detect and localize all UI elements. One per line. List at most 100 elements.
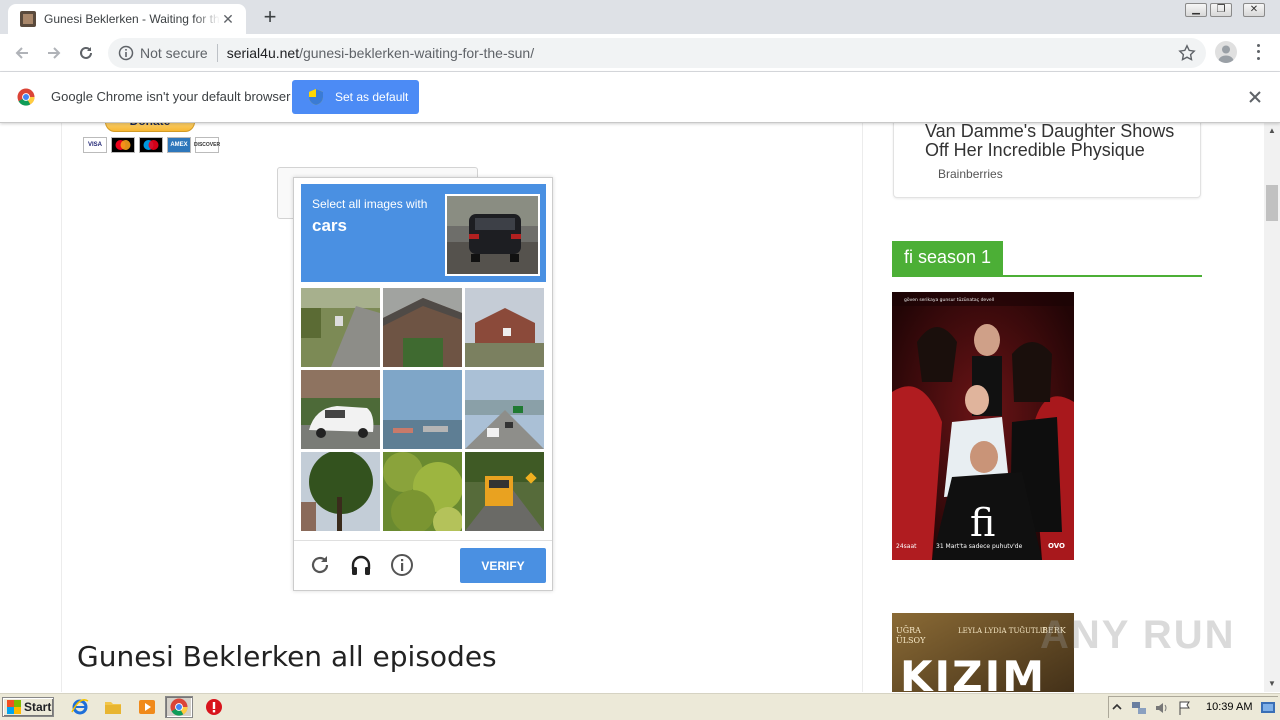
section-heading: fi season 1 xyxy=(892,241,1202,277)
captcha-tile[interactable] xyxy=(301,370,380,449)
tab-close-icon[interactable]: ✕ xyxy=(220,11,236,27)
minimize-button[interactable]: ▁ xyxy=(1182,0,1210,20)
info-icon[interactable] xyxy=(390,553,414,577)
tab-title: Gunesi Beklerken - Waiting for the Sun xyxy=(44,12,220,26)
close-icon[interactable] xyxy=(1247,89,1263,105)
set-as-default-button[interactable]: Set as default xyxy=(292,80,419,114)
page-viewport: Donate VISA AMEX DISCOVER Select all ima… xyxy=(0,123,1264,692)
window-close-button[interactable]: ✕ xyxy=(1240,0,1268,20)
captcha-tile[interactable] xyxy=(465,452,544,531)
back-button[interactable] xyxy=(10,41,34,65)
ad-source: Brainberries xyxy=(938,167,1003,181)
bookmark-star-icon[interactable] xyxy=(1178,44,1196,62)
captcha-instruction: Select all images with xyxy=(312,197,428,211)
mastercard-icon xyxy=(111,137,135,153)
new-tab-button[interactable]: + xyxy=(258,6,282,30)
visa-card-icon: VISA xyxy=(83,137,107,153)
browser-menu-icon[interactable] xyxy=(1250,42,1266,62)
svg-text:24saat: 24saat xyxy=(896,543,917,550)
opera-stop-icon[interactable] xyxy=(205,698,223,716)
svg-text:göven serikaya gunsur tü: göven serikaya gunsur tüzünataç devell xyxy=(904,297,994,303)
folder-icon[interactable] xyxy=(104,698,122,716)
poster-caption: 31 Mart'ta sadece puhutv'de xyxy=(936,543,1023,550)
payment-cards: VISA AMEX DISCOVER xyxy=(83,137,220,153)
content-border xyxy=(61,123,62,692)
captcha-tile[interactable] xyxy=(465,288,544,367)
browser-tab[interactable]: Gunesi Beklerken - Waiting for the Sun ✕ xyxy=(8,4,246,34)
show-desktop-icon[interactable] xyxy=(1260,700,1276,716)
captcha-tile[interactable] xyxy=(383,370,462,449)
url-host: serial4u.net xyxy=(226,45,300,61)
chevron-up-icon[interactable] xyxy=(1112,702,1122,712)
start-button[interactable]: Start xyxy=(2,697,54,717)
poster-name: UĞRA xyxy=(896,626,921,635)
anyrun-watermark: ANY RUN xyxy=(1040,613,1236,657)
default-browser-infobar: Google Chrome isn't your default browser… xyxy=(0,72,1280,123)
browser-toolbar: Not secure serial4u.net/gunesi-beklerken… xyxy=(0,34,1280,72)
media-player-icon[interactable] xyxy=(138,698,156,716)
profile-avatar-icon[interactable] xyxy=(1215,41,1237,63)
poster-fi-season-1[interactable]: göven serikaya gunsur tüzünataç devell f… xyxy=(892,292,1074,560)
taskbar-chrome-button[interactable] xyxy=(165,696,193,718)
restore-button[interactable]: ❐ xyxy=(1207,0,1235,20)
tab-strip: Gunesi Beklerken - Waiting for the Sun ✕… xyxy=(0,0,1280,34)
flag-icon[interactable] xyxy=(1177,700,1193,716)
address-divider xyxy=(216,44,218,62)
security-label: Not secure xyxy=(140,45,208,61)
headphones-icon[interactable] xyxy=(349,553,373,577)
poster-name: LEYLA LYDIA TUĞUTLU xyxy=(958,626,1046,635)
page-title: Gunesi Beklerken all episodes xyxy=(77,640,497,673)
system-clock: 10:39 AM xyxy=(1206,701,1253,713)
arrow-right-icon xyxy=(48,47,61,59)
infobar-message: Google Chrome isn't your default browser xyxy=(51,89,291,104)
content-border xyxy=(862,123,863,692)
poster-title: KIZIM xyxy=(900,652,1046,692)
maestro-card-icon xyxy=(139,137,163,153)
windows-logo-icon xyxy=(7,700,21,714)
captcha-footer-divider xyxy=(294,540,552,541)
sponsored-ad-card[interactable]: Van Damme's Daughter Shows Off Her Incre… xyxy=(893,123,1201,198)
address-bar[interactable]: Not secure serial4u.net/gunesi-beklerken… xyxy=(108,38,1206,68)
recaptcha-challenge: Select all images with cars VERIFY xyxy=(293,177,553,591)
captcha-tile[interactable] xyxy=(383,288,462,367)
windows-taskbar: Start 10:39 AM xyxy=(0,692,1280,720)
speaker-icon[interactable] xyxy=(1154,700,1170,716)
reload-icon[interactable] xyxy=(308,553,332,577)
scroll-up-arrow-icon[interactable]: ▲ xyxy=(1264,123,1280,139)
captcha-sample-image xyxy=(445,194,540,276)
verify-button[interactable]: VERIFY xyxy=(460,548,546,583)
page-scrollbar[interactable]: ▲ ▼ xyxy=(1264,123,1280,692)
captcha-header: Select all images with cars xyxy=(301,184,546,282)
chrome-logo-icon xyxy=(170,698,188,716)
captcha-image-grid xyxy=(301,288,546,533)
captcha-tile[interactable] xyxy=(301,288,380,367)
captcha-target-word: cars xyxy=(312,216,347,235)
forward-button[interactable] xyxy=(42,41,66,65)
chrome-logo-icon xyxy=(17,88,35,106)
captcha-tile[interactable] xyxy=(465,370,544,449)
donate-button[interactable]: Donate xyxy=(105,123,195,132)
svg-text:OVO: OVO xyxy=(1048,542,1065,550)
shield-icon xyxy=(309,89,323,105)
ad-title[interactable]: Van Damme's Daughter Shows Off Her Incre… xyxy=(925,123,1185,160)
captcha-tile[interactable] xyxy=(383,452,462,531)
scroll-thumb[interactable] xyxy=(1266,185,1278,221)
captcha-tile[interactable] xyxy=(301,452,380,531)
reload-button[interactable] xyxy=(74,41,98,65)
svg-text:ÜLSOY: ÜLSOY xyxy=(896,636,926,645)
section-heading-label: fi season 1 xyxy=(892,241,1004,275)
system-tray xyxy=(1108,696,1278,718)
arrow-left-icon xyxy=(15,47,28,59)
url-path: /gunesi-beklerken-waiting-for-the-sun/ xyxy=(299,45,535,61)
start-label: Start xyxy=(24,700,52,714)
network-icon[interactable] xyxy=(1131,700,1147,716)
poster-logo: fi xyxy=(970,501,995,545)
internet-explorer-icon[interactable] xyxy=(71,698,89,716)
set-as-default-label: Set as default xyxy=(335,90,409,104)
info-icon[interactable] xyxy=(118,45,134,61)
amex-card-icon: AMEX xyxy=(167,137,191,153)
discover-card-icon: DISCOVER xyxy=(194,137,220,153)
reload-icon xyxy=(80,46,92,59)
scroll-down-arrow-icon[interactable]: ▼ xyxy=(1264,676,1280,692)
site-favicon-icon xyxy=(20,11,36,27)
